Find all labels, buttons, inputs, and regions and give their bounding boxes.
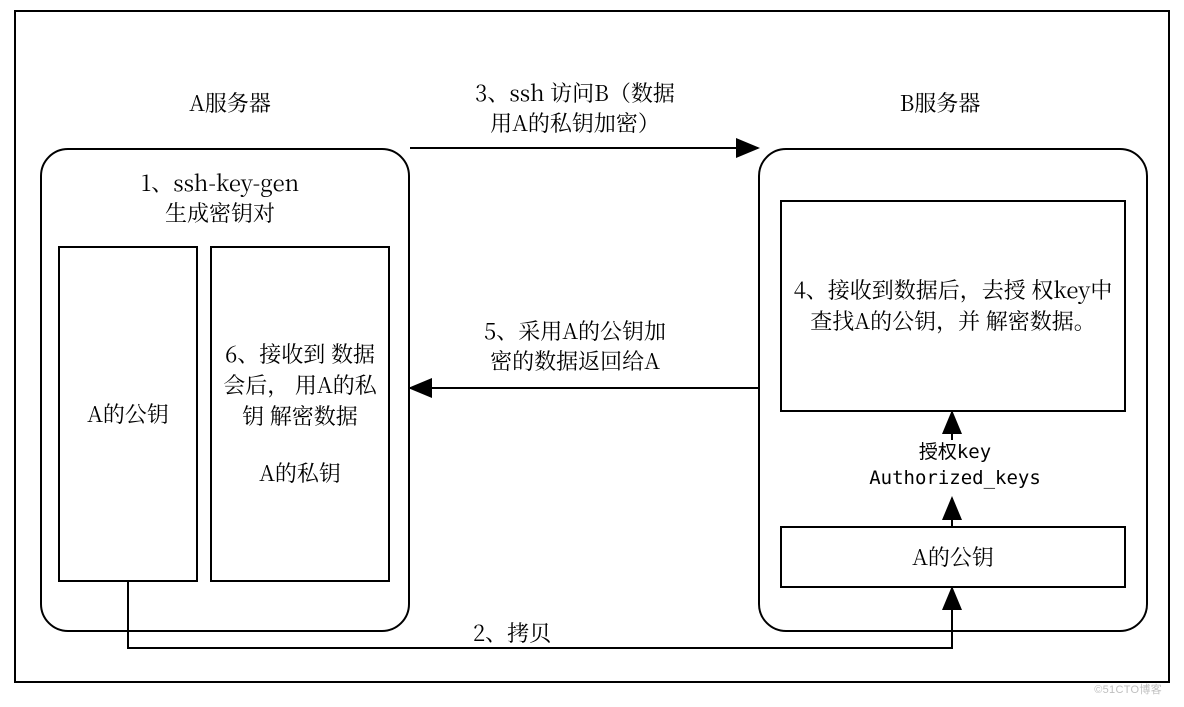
b-public-key-text: A的公钥	[912, 542, 994, 573]
a-private-key-box: 6、接收到 数据会后， 用A的私钥 解密数据 A的私钥	[210, 246, 390, 582]
a-private-key-text: A的私钥	[259, 458, 341, 489]
diagram-canvas: A服务器 B服务器 3、ssh 访问B（数据 用A的私钥加密） 1、ssh-ke…	[0, 0, 1184, 707]
step-3-label: 3、ssh 访问B（数据 用A的私钥加密）	[415, 78, 735, 137]
step-4-text: 4、接收到数据后，去授 权key中查找A的公钥，并 解密数据。	[788, 275, 1118, 337]
server-b-title: B服务器	[850, 88, 1030, 118]
step-5-label: 5、采用A的公钥加 密的数据返回给A	[430, 316, 720, 375]
step-6-text: 6、接收到 数据会后， 用A的私钥 解密数据	[218, 339, 382, 431]
b-public-key-box: A的公钥	[780, 526, 1126, 588]
watermark: ©51CTO博客	[1094, 681, 1162, 697]
step-2-label: 2、拷贝	[432, 618, 592, 648]
a-public-key-box: A的公钥	[58, 246, 198, 582]
a-public-key-text: A的公钥	[87, 399, 169, 430]
step-1-label: 1、ssh-key-gen 生成密钥对	[80, 168, 360, 227]
server-a-title: A服务器	[140, 88, 320, 118]
authorized-keys-label: 授权key Authorized_keys	[800, 440, 1110, 491]
step-4-box: 4、接收到数据后，去授 权key中查找A的公钥，并 解密数据。	[780, 200, 1126, 412]
